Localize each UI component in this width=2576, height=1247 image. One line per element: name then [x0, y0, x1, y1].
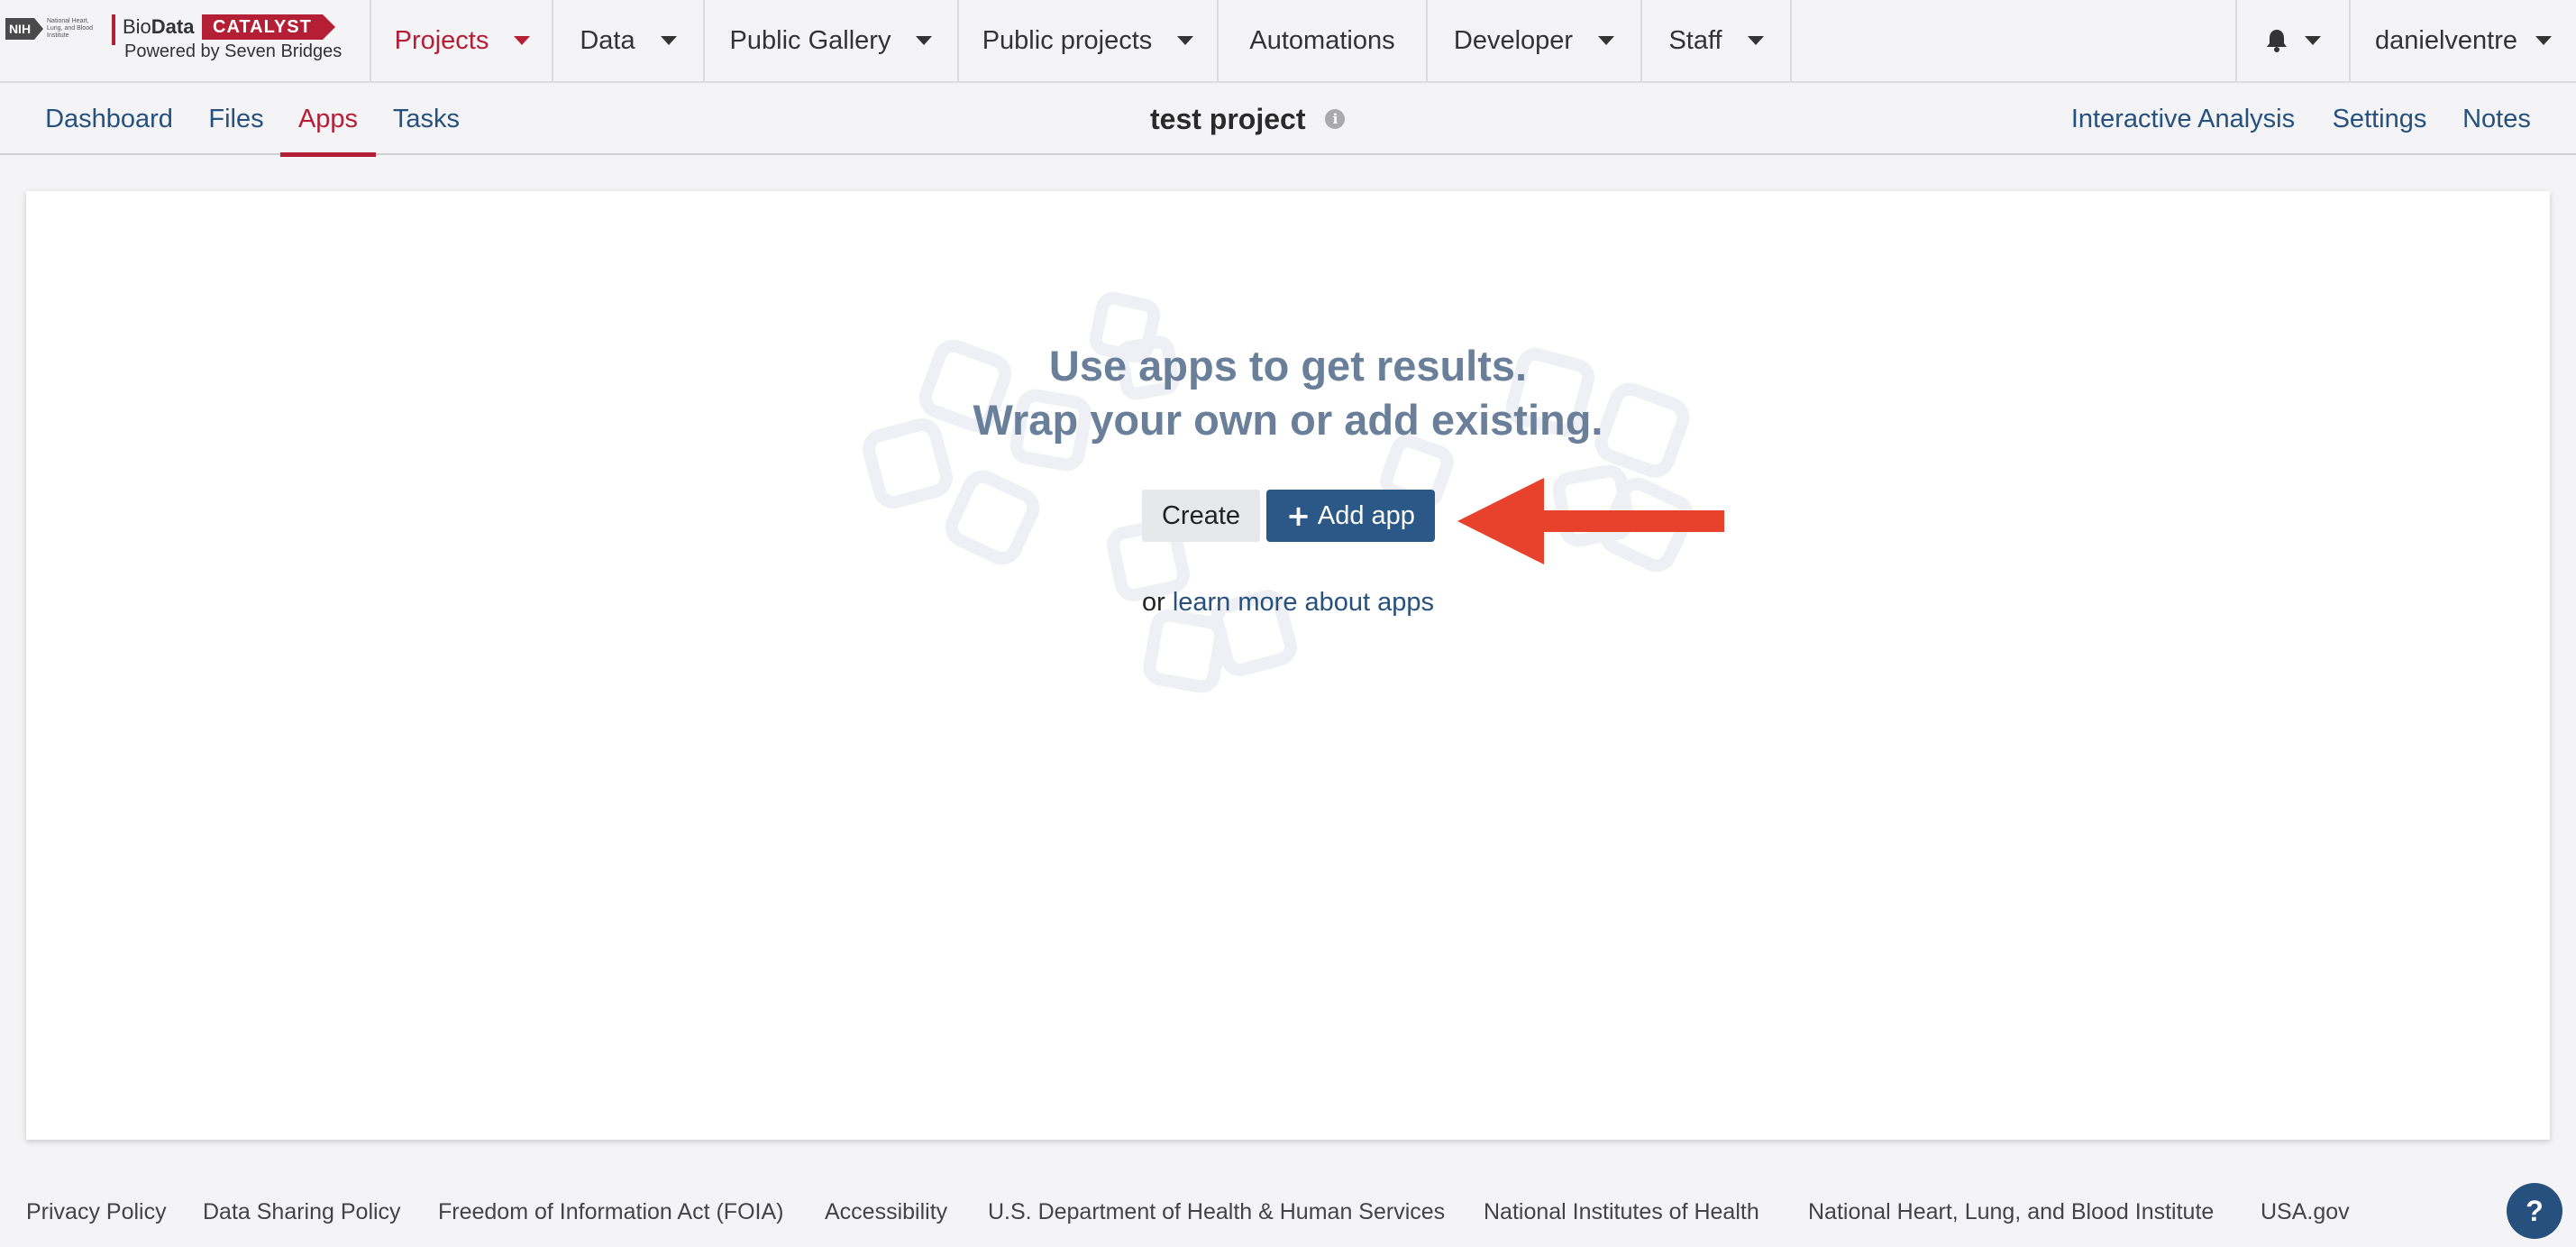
footer-link-hhs[interactable]: U.S. Department of Health & Human Servic… — [988, 1199, 1445, 1225]
brand-subtitle: Powered by Seven Bridges — [124, 41, 343, 61]
nav-staff-label: Staff — [1668, 25, 1722, 55]
nav-automations-label: Automations — [1249, 25, 1395, 55]
user-menu[interactable]: danielventre — [2351, 0, 2576, 81]
footer-link-usagov[interactable]: USA.gov — [2261, 1199, 2350, 1225]
tab-dashboard[interactable]: Dashboard — [32, 83, 186, 155]
chevron-down-icon — [660, 36, 677, 45]
tab-notes[interactable]: Notes — [2453, 83, 2540, 155]
nav-developer[interactable]: Developer — [1428, 0, 1642, 81]
nih-logo-arrow — [34, 18, 43, 40]
project-title: test project i — [1150, 83, 1346, 155]
nav-data[interactable]: Data — [553, 0, 705, 81]
annotation-arrow-icon — [1457, 478, 1724, 564]
brand-bold: Data — [151, 15, 195, 38]
footer-link-accessibility[interactable]: Accessibility — [825, 1199, 947, 1225]
bell-icon — [2267, 30, 2287, 52]
chevron-down-icon — [1598, 36, 1615, 45]
footer-link-privacy[interactable]: Privacy Policy — [26, 1199, 167, 1225]
tab-tasks[interactable]: Tasks — [380, 83, 472, 155]
brand-badge: CATALYST — [202, 14, 335, 40]
empty-state-headline: Use apps to get results. Wrap your own o… — [26, 339, 2550, 447]
biodata-catalyst-logo[interactable]: NIH National Heart, Lung, and Blood Inst… — [0, 0, 371, 81]
nav-staff[interactable]: Staff — [1642, 0, 1792, 81]
chevron-down-icon — [916, 36, 933, 45]
username: danielventre — [2375, 25, 2517, 55]
footer-link-nih[interactable]: National Institutes of Health — [1484, 1199, 1759, 1225]
project-title-text: test project — [1150, 102, 1306, 135]
info-icon[interactable]: i — [1325, 109, 1346, 129]
nav-public-gallery-label: Public Gallery — [729, 25, 891, 55]
headline-line-2: Wrap your own or add existing. — [973, 396, 1603, 444]
plus-icon: + — [1286, 499, 1311, 533]
nih-logo-icon: NIH — [5, 18, 34, 40]
footer-link-foia[interactable]: Freedom of Information Act (FOIA) — [438, 1199, 783, 1225]
learn-prefix: or — [1141, 588, 1165, 617]
chevron-down-icon — [2305, 36, 2321, 45]
add-app-label: Add app — [1317, 500, 1415, 530]
chevron-down-icon — [1747, 36, 1764, 45]
headline-line-1: Use apps to get results. — [1048, 342, 1528, 390]
nav-public-projects[interactable]: Public projects — [959, 0, 1219, 81]
nav-data-label: Data — [580, 25, 635, 55]
brand-prefix: Bio — [123, 15, 151, 38]
footer: Privacy Policy Data Sharing Policy Freed… — [0, 1181, 2576, 1247]
nav-public-gallery[interactable]: Public Gallery — [705, 0, 959, 81]
background-app-shapes — [863, 291, 1694, 693]
notifications-menu[interactable] — [2235, 0, 2351, 81]
create-button[interactable]: Create — [1142, 490, 1260, 542]
add-app-button[interactable]: + Add app — [1266, 490, 1435, 542]
logo-divider — [112, 14, 115, 45]
brand-name: BioData — [123, 14, 194, 40]
nih-institute-text: National Heart, Lung, and Blood Institut… — [47, 18, 93, 39]
learn-more-link[interactable]: learn more about apps — [1173, 588, 1434, 617]
help-button[interactable]: ? — [2507, 1183, 2562, 1239]
tab-interactive-analysis[interactable]: Interactive Analysis — [2060, 83, 2306, 155]
tab-settings[interactable]: Settings — [2322, 83, 2437, 155]
nav-public-projects-label: Public projects — [982, 25, 1153, 55]
chevron-down-icon — [514, 36, 531, 45]
nav-projects-label: Projects — [394, 25, 489, 55]
tab-files[interactable]: Files — [196, 83, 276, 155]
nav-projects[interactable]: Projects — [373, 0, 553, 81]
apps-empty-state-panel: Use apps to get results. Wrap your own o… — [26, 191, 2550, 1140]
top-navigation: NIH National Heart, Lung, and Blood Inst… — [0, 0, 2576, 83]
tab-apps[interactable]: Apps — [280, 83, 376, 157]
footer-link-data-sharing[interactable]: Data Sharing Policy — [203, 1199, 401, 1225]
nav-automations[interactable]: Automations — [1219, 0, 1428, 81]
chevron-down-icon — [1177, 36, 1194, 45]
footer-link-nhlbi[interactable]: National Heart, Lung, and Blood Institut… — [1808, 1199, 2214, 1225]
learn-more-line: or learn more about apps — [26, 588, 2550, 618]
chevron-down-icon — [2535, 36, 2552, 45]
nav-developer-label: Developer — [1453, 25, 1574, 55]
